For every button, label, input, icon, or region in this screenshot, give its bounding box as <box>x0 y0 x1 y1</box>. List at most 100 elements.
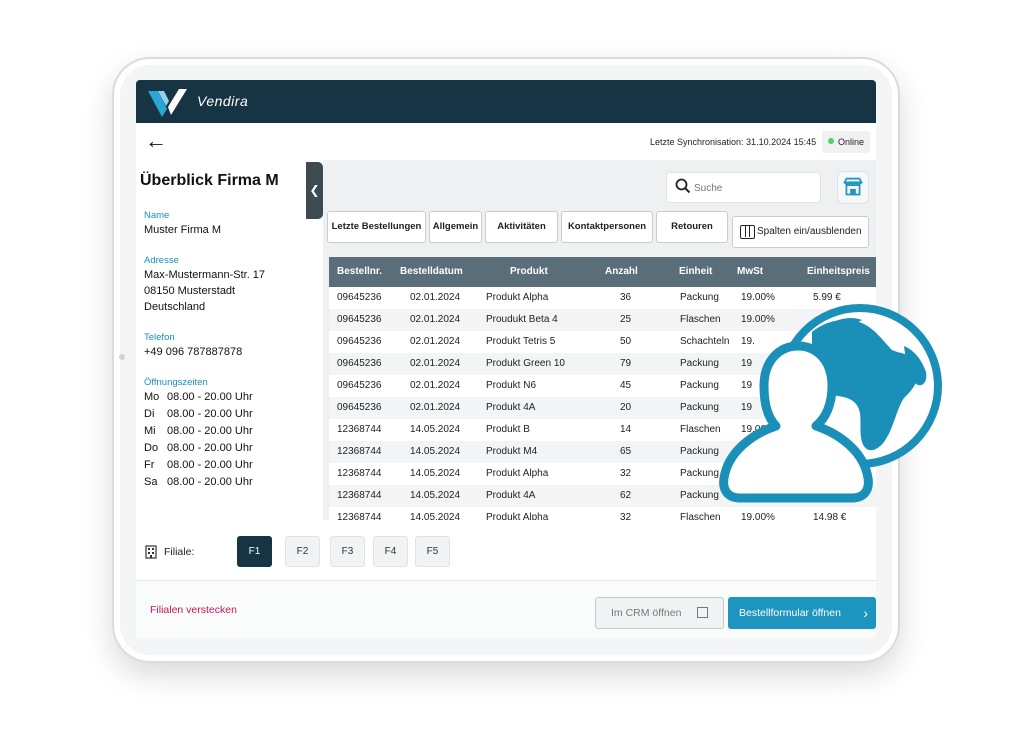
branch-button-f1[interactable]: F1 <box>237 536 272 567</box>
address-line-2: 08150 Musterstadt <box>144 285 236 297</box>
column-header[interactable]: Bestellnr. <box>337 257 382 287</box>
collapse-panel-button[interactable]: ❮ <box>306 162 323 219</box>
order-number-cell: 12368744 <box>337 512 382 520</box>
chevron-right-icon: › <box>863 605 868 621</box>
hours-day: Mo <box>144 391 160 403</box>
sync-status: Letzte Synchronisation: 31.10.2024 15:45 <box>650 137 817 147</box>
open-order-form-label: Bestellformular öffnen <box>739 607 841 619</box>
order-number-cell: 12368744 <box>337 446 382 457</box>
order-date-cell: 02.01.2024 <box>410 314 461 325</box>
column-header[interactable]: MwSt <box>737 257 763 287</box>
search-input[interactable] <box>694 179 812 197</box>
order-date-cell: 02.01.2024 <box>410 336 461 347</box>
order-number-cell: 09645236 <box>337 380 382 391</box>
hours-day: Do <box>144 442 159 454</box>
tab-retouren[interactable]: Retouren <box>656 211 728 243</box>
back-arrow-icon[interactable]: ← <box>145 129 167 153</box>
quantity-cell: 32 <box>620 512 632 520</box>
unit-cell: Packung <box>680 380 719 391</box>
hours-time: 08.00 - 20.00 Uhr <box>167 408 253 420</box>
quantity-cell: 50 <box>620 336 632 347</box>
hide-branches-link[interactable]: Filialen verstecken <box>150 604 237 616</box>
tab-kontaktpersonen[interactable]: Kontaktpersonen <box>561 211 653 243</box>
hours-day: Fr <box>144 459 155 471</box>
phone-label: Telefon <box>144 332 175 343</box>
column-header[interactable]: Anzahl <box>605 257 638 287</box>
product-cell: Produkt 4A <box>486 402 536 413</box>
unit-cell: Packung <box>680 490 719 501</box>
toggle-columns-button[interactable]: Spalten ein/ausblenden <box>732 216 869 248</box>
order-number-cell: 09645236 <box>337 358 382 369</box>
order-date-cell: 14.05.2024 <box>410 446 461 457</box>
hours-row: Mi 08.00 - 20.00 Uhr <box>144 425 253 437</box>
order-number-cell: 12368744 <box>337 424 382 435</box>
column-header[interactable]: Einheit <box>679 257 712 287</box>
globe-person-icon <box>719 304 942 503</box>
footer-bar: Filialen verstecken Im CRM öffnen Bestel… <box>136 581 876 638</box>
order-date-cell: 02.01.2024 <box>410 358 461 369</box>
building-icon <box>145 545 157 559</box>
hours-day: Di <box>144 408 155 420</box>
store-button[interactable] <box>837 171 869 204</box>
address-line-1: Max-Mustermann-Str. 17 <box>144 269 266 281</box>
online-badge: Online <box>822 131 871 153</box>
hours-day: Sa <box>144 476 158 488</box>
column-header[interactable]: Bestelldatum <box>400 257 463 287</box>
tab-letzte-bestellungen[interactable]: Letzte Bestellungen <box>327 211 426 243</box>
product-cell: Produkt B <box>486 424 530 435</box>
hours-label: Öffnungszeiten <box>144 377 208 388</box>
product-cell: Produkt Alpha <box>486 468 549 479</box>
vendira-logo-icon <box>148 89 187 117</box>
order-number-cell: 09645236 <box>337 314 382 325</box>
unit-cell: Packung <box>680 402 719 413</box>
branch-button-f4[interactable]: F4 <box>373 536 408 567</box>
order-date-cell: 14.05.2024 <box>410 468 461 479</box>
company-panel: Überblick Firma M Name Muster Firma M Ad… <box>136 160 306 520</box>
search-icon <box>675 178 691 194</box>
tab-aktivitaeten[interactable]: Aktivitäten <box>485 211 558 243</box>
quantity-cell: 36 <box>620 292 632 303</box>
tab-allgemein[interactable]: Allgemein <box>429 211 482 243</box>
column-header[interactable]: Einheitspreis <box>807 257 870 287</box>
table-header: Bestellnr. Bestelldatum Produkt Anzahl E… <box>329 257 876 287</box>
quantity-cell: 62 <box>620 490 632 501</box>
unit-cell: Flaschen <box>680 424 721 435</box>
branch-button-f5[interactable]: F5 <box>415 536 450 567</box>
product-cell: Produkt Green 10 <box>486 358 565 369</box>
branch-bar: Filiale: F1 F2 F3 F4 F5 <box>136 520 876 580</box>
order-number-cell: 09645236 <box>337 292 382 303</box>
unit-cell: Packung <box>680 292 719 303</box>
external-link-icon <box>697 607 708 618</box>
search-box[interactable] <box>666 172 821 203</box>
product-cell: Produkt M4 <box>486 446 538 457</box>
branch-button-f3[interactable]: F3 <box>330 536 365 567</box>
unit-cell: Flaschen <box>680 314 721 325</box>
brand-name: Vendira <box>197 93 249 109</box>
hours-day: Mi <box>144 425 156 437</box>
order-number-cell: 12368744 <box>337 490 382 501</box>
hours-row: Do 08.00 - 20.00 Uhr <box>144 442 253 454</box>
order-number-cell: 09645236 <box>337 402 382 413</box>
hours-time: 08.00 - 20.00 Uhr <box>167 476 253 488</box>
hours-time: 08.00 - 20.00 Uhr <box>167 459 253 471</box>
online-label: Online <box>838 137 865 147</box>
branch-label: Filiale: <box>164 546 195 558</box>
product-cell: Produkt 4A <box>486 490 536 501</box>
app-header: Vendira <box>136 80 876 123</box>
quantity-cell: 25 <box>620 314 632 325</box>
branch-button-f2[interactable]: F2 <box>285 536 320 567</box>
product-cell: Proudukt Beta 4 <box>486 314 558 325</box>
quantity-cell: 65 <box>620 446 632 457</box>
hours-row: Mo 08.00 - 20.00 Uhr <box>144 391 253 403</box>
tablet-camera-dot <box>119 354 125 360</box>
open-crm-button[interactable]: Im CRM öffnen <box>595 597 724 629</box>
hours-time: 08.00 - 20.00 Uhr <box>167 391 253 403</box>
columns-icon <box>740 225 755 239</box>
quantity-cell: 79 <box>620 358 632 369</box>
quantity-cell: 20 <box>620 402 632 413</box>
phone-number: +49 096 787887878 <box>144 346 243 358</box>
open-order-form-button[interactable]: Bestellformular öffnen › <box>728 597 876 629</box>
order-number-cell: 09645236 <box>337 336 382 347</box>
hours-row: Di 08.00 - 20.00 Uhr <box>144 408 253 420</box>
column-header[interactable]: Produkt <box>510 257 548 287</box>
